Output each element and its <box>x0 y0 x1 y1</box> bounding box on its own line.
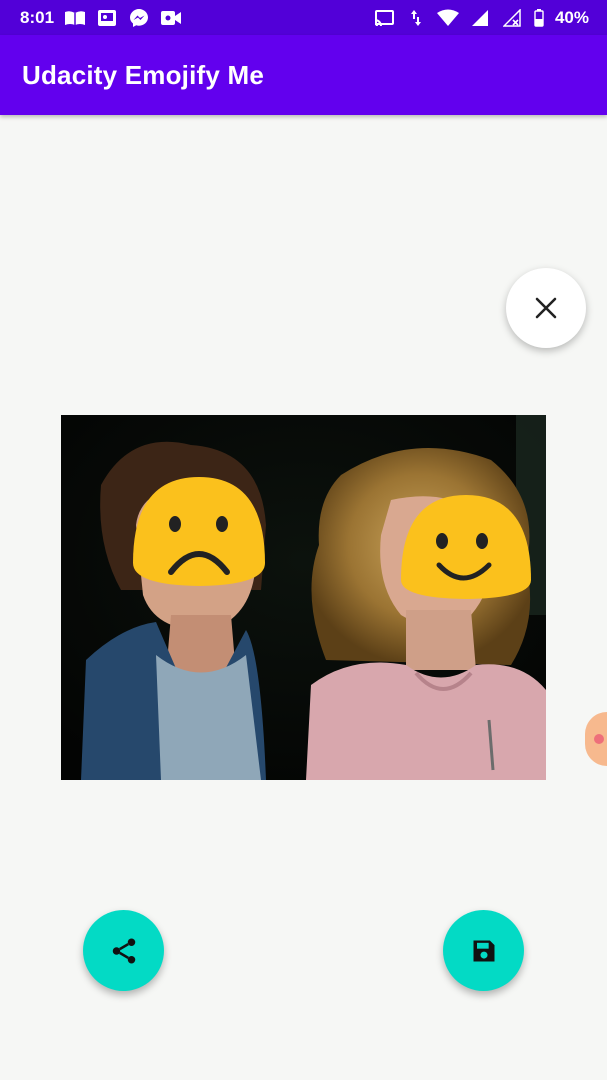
cast-screen-icon <box>96 8 118 28</box>
bubble-dot <box>594 734 604 744</box>
cell-signal-icon <box>469 8 491 28</box>
battery-percentage: 40% <box>554 7 589 27</box>
photo-canvas <box>61 415 546 780</box>
wifi-icon <box>436 8 459 28</box>
close-icon <box>535 297 557 319</box>
page-title: Udacity Emojify Me <box>22 59 264 90</box>
save-button[interactable] <box>443 910 524 991</box>
left-person-shirt <box>156 655 261 780</box>
status-bar: 8:01 40% <box>0 0 607 35</box>
app-bar: Udacity Emojify Me <box>0 35 607 115</box>
left-person-neck <box>166 615 236 675</box>
floating-bubble[interactable] <box>585 712 607 766</box>
cell-signal-off-icon <box>501 8 523 28</box>
share-icon <box>112 938 135 963</box>
status-right: 40% <box>373 8 589 28</box>
right-person-neck <box>406 610 476 670</box>
battery-icon <box>533 8 545 28</box>
save-icon <box>473 940 494 961</box>
video-camera-icon <box>160 8 182 28</box>
data-arrows-icon <box>405 8 427 28</box>
clear-button[interactable] <box>506 268 586 348</box>
emojified-photo <box>61 415 546 780</box>
share-button[interactable] <box>83 910 164 991</box>
messenger-icon <box>128 8 150 28</box>
book-icon <box>64 8 86 28</box>
cast-icon <box>373 8 395 28</box>
status-time: 8:01 <box>20 7 55 27</box>
status-left: 8:01 <box>20 8 182 28</box>
